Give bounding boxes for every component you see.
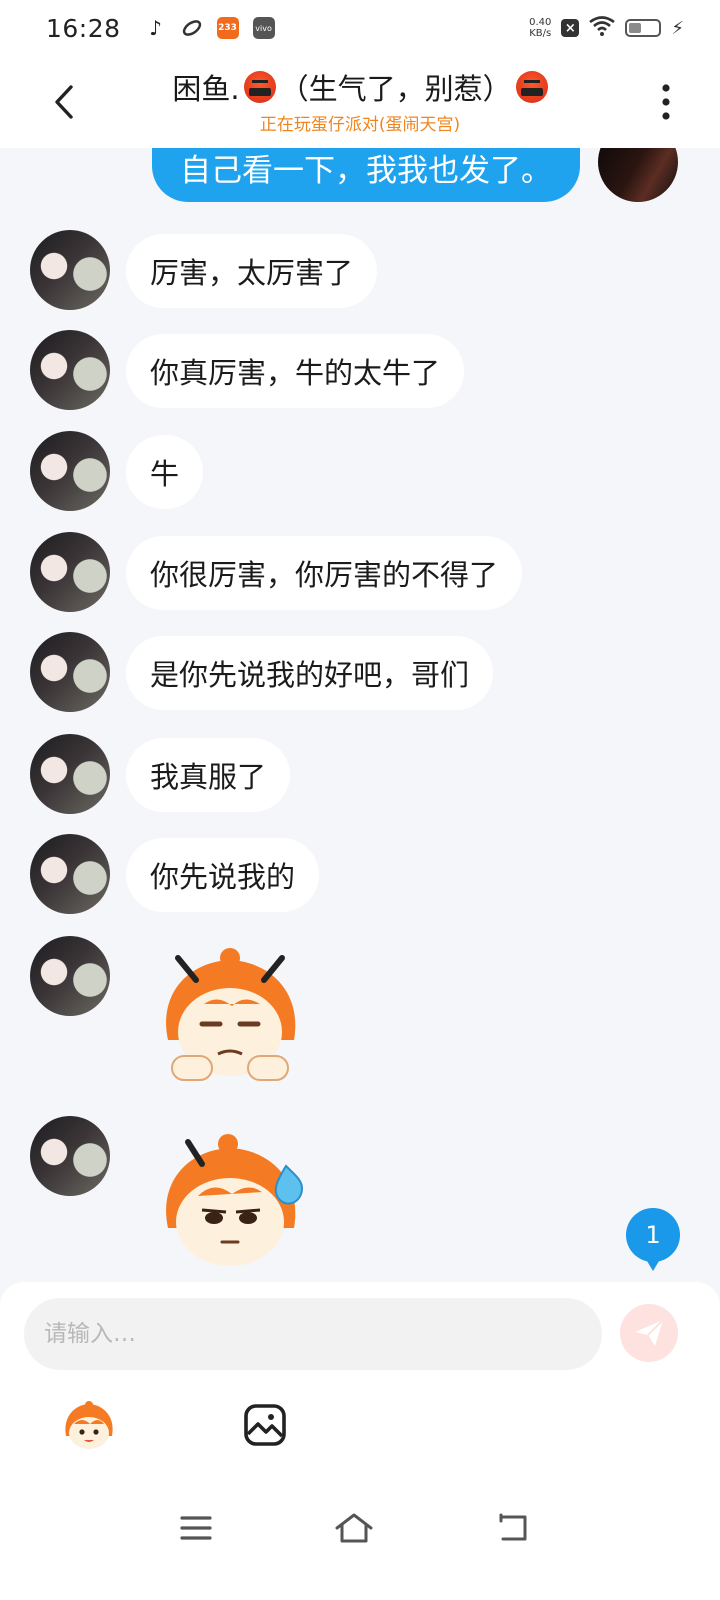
contact-avatar[interactable] [30,330,110,410]
composer-panel [0,1282,720,1600]
charging-icon: ⚡ [671,17,684,39]
message-row: 牛 [30,431,204,511]
233-app-icon: 233 [216,17,239,39]
chevron-left-icon [55,85,73,119]
message-row: 厉害，太厉害了 [30,230,378,310]
contact-avatar[interactable] [30,936,110,1016]
chat-title: 困鱼. （生气了，别惹） [172,66,548,108]
home-icon [335,1513,373,1543]
message-row: 你先说我的 [30,834,320,914]
recent-apps-button[interactable] [176,1508,216,1548]
vivo-icon: vivo [252,17,275,39]
battery-icon [625,19,662,37]
message-row: 你真厉害，牛的太牛了 [30,330,465,410]
no-sim-icon: × [561,19,580,37]
contact-avatar[interactable] [30,734,110,814]
message-bubble[interactable]: 你真厉害，牛的太牛了 [126,334,465,408]
image-icon [244,1404,286,1446]
more-options-button[interactable] [654,78,678,126]
own-avatar[interactable] [598,148,678,202]
contact-avatar[interactable] [30,532,110,612]
message-bubble[interactable]: 你很厉害，你厉害的不得了 [126,536,523,610]
message-bubble[interactable]: 厉害，太厉害了 [126,234,378,308]
back-button[interactable] [44,78,84,126]
sticker-button[interactable] [60,1400,118,1452]
message-bubble[interactable]: 牛 [126,435,204,509]
chat-subtitle: 正在玩蛋仔派对(蛋闹天宫) [259,114,461,135]
contact-avatar[interactable] [30,1116,110,1196]
swirl-app-icon [181,17,203,39]
battery-level-fill [629,23,641,33]
contact-avatar[interactable] [30,632,110,712]
unread-count-badge[interactable]: 1 [626,1208,680,1271]
message-bubble[interactable]: 你先说我的 [126,838,320,912]
system-navigation-bar [0,1490,720,1570]
message-row: 你很厉害，你厉害的不得了 [30,532,523,612]
message-row: 我真服了 [30,734,291,814]
status-bar: 16:28 ♪ 233 vivo 0.40 KB/s × ⚡ [0,0,720,56]
chat-header: 困鱼. （生气了，别惹） 正在玩蛋仔派对(蛋闹天宫) [0,56,720,148]
angry-face-emoji-icon [243,70,276,103]
message-row: 是你先说我的好吧，哥们 [30,632,494,712]
vertical-dots-icon [662,84,670,120]
tiktok-icon: ♪ [149,16,162,40]
image-picker-button[interactable] [244,1404,286,1446]
message-bubble[interactable]: 是你先说我的好吧，哥们 [126,636,494,710]
return-icon [499,1513,527,1541]
contact-name: 困鱼. [172,71,240,106]
contact-avatar[interactable] [30,230,110,310]
message-input[interactable] [24,1298,602,1370]
paper-plane-icon [635,1319,664,1346]
contact-status-text: （生气了，别惹） [279,71,512,106]
contact-avatar[interactable] [30,834,110,914]
menu-icon [180,1516,212,1540]
own-message-bubble[interactable]: 自己看一下，我我也发了。 [152,148,580,202]
status-time: 16:28 [46,13,121,43]
own-message: 自己看一下，我我也发了。 [152,148,678,202]
message-bubble[interactable]: 我真服了 [126,738,291,812]
message-row [30,936,312,1094]
contact-avatar[interactable] [30,431,110,511]
chat-title-block: 困鱼. （生气了，别惹） 正在玩蛋仔派对(蛋闹天宫) [172,66,548,135]
message-row [30,1116,312,1274]
back-nav-button[interactable] [492,1508,532,1548]
eggy-sweat-sticker[interactable] [148,1124,312,1274]
angry-face-emoji-icon [515,70,548,103]
network-speed: 0.40 KB/s [529,17,551,39]
network-speed-unit: KB/s [529,28,552,39]
home-button[interactable] [334,1508,374,1548]
eggy-emoji-icon [65,1401,113,1449]
network-speed-value: 0.40 [529,17,552,28]
send-button[interactable] [620,1304,678,1362]
eggy-unimpressed-sticker[interactable] [148,944,312,1094]
wifi-icon [589,14,616,42]
message-list[interactable]: 自己看一下，我我也发了。 厉害，太厉害了 你真厉害，牛的太牛了 牛 你很厉害，你… [0,148,720,1282]
